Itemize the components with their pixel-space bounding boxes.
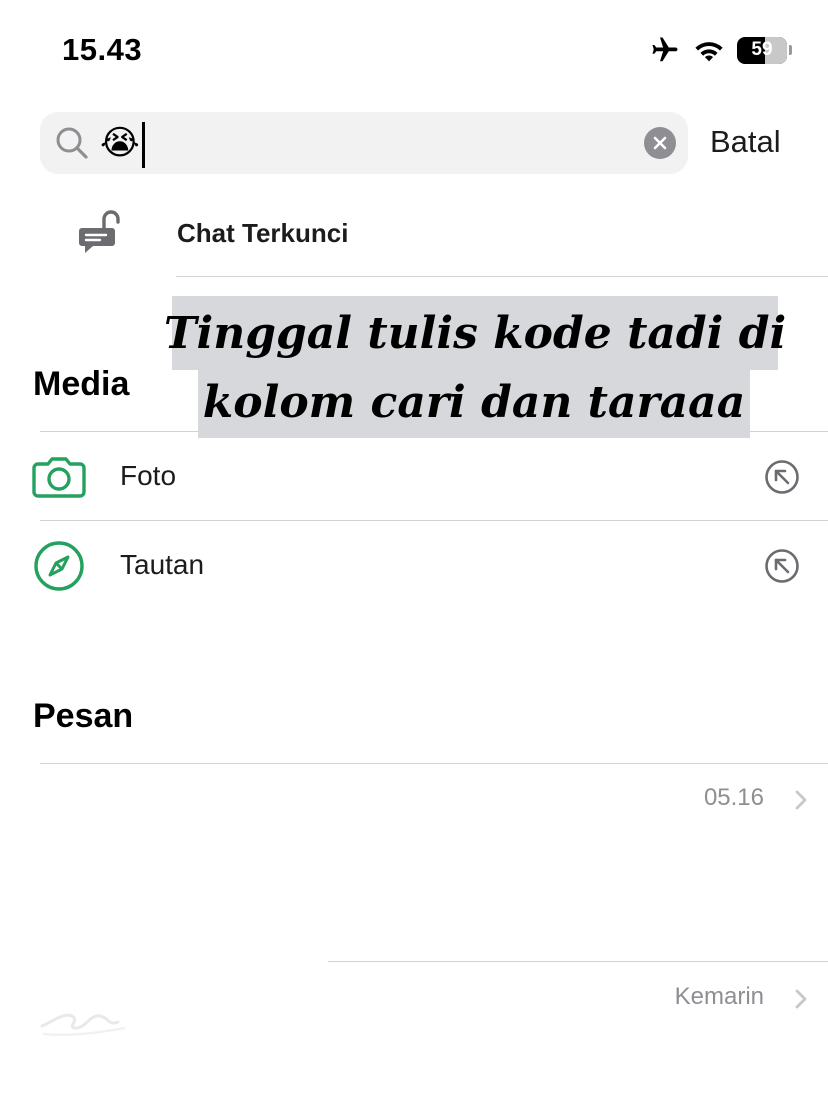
locked-chats-label: Chat Terkunci xyxy=(177,218,349,248)
jump-arrow-icon[interactable] xyxy=(764,459,800,495)
battery-level: 59 xyxy=(751,39,773,60)
caption-line: kolom cari dan taraaa xyxy=(198,366,750,438)
clear-search-button[interactable] xyxy=(644,127,676,159)
message-time: 05.16 xyxy=(703,784,764,811)
caption-line: Tinggal tulis kode tadi di xyxy=(164,296,786,370)
media-row-photos[interactable]: Foto xyxy=(0,432,828,520)
airplane-icon xyxy=(652,37,678,62)
search-query: 😭 xyxy=(100,124,140,162)
watermark-logo xyxy=(40,1013,126,1036)
cancel-button[interactable]: Batal xyxy=(710,124,781,160)
chevron-right-icon xyxy=(795,790,807,810)
media-row-links[interactable]: Tautan xyxy=(0,521,828,609)
divider xyxy=(328,961,828,962)
messages-section-title: Pesan xyxy=(33,697,134,735)
compass-icon xyxy=(34,541,84,591)
media-label-links: Tautan xyxy=(120,549,205,580)
search-row: 😭 Batal xyxy=(40,112,800,174)
status-time: 15.43 xyxy=(62,32,143,67)
media-label-photos: Foto xyxy=(120,460,177,491)
message-result-row[interactable]: 05.16 xyxy=(0,784,828,844)
search-input[interactable]: 😭 xyxy=(100,122,620,169)
camera-icon xyxy=(32,457,86,498)
chevron-right-icon xyxy=(795,989,807,1009)
status-bar: 15.43 59 xyxy=(0,0,828,100)
jump-arrow-icon[interactable] xyxy=(764,548,800,584)
battery-nub xyxy=(789,45,792,55)
status-icons: 59 xyxy=(649,34,792,66)
message-time: Kemarin xyxy=(674,983,764,1010)
text-caret xyxy=(141,122,145,169)
divider xyxy=(40,763,828,764)
caption-overlay: Tinggal tulis kode tadi di kolom cari da… xyxy=(164,296,786,440)
unlocked-chat-icon xyxy=(79,210,120,253)
search-icon xyxy=(56,127,88,159)
close-icon xyxy=(653,136,667,150)
media-section-title: Media xyxy=(33,365,130,403)
search-field[interactable]: 😭 xyxy=(40,112,688,174)
battery-icon: 59 xyxy=(737,36,787,64)
wifi-icon xyxy=(695,42,723,62)
locked-chats-row[interactable]: Chat Terkunci xyxy=(0,196,828,277)
divider xyxy=(176,276,828,277)
